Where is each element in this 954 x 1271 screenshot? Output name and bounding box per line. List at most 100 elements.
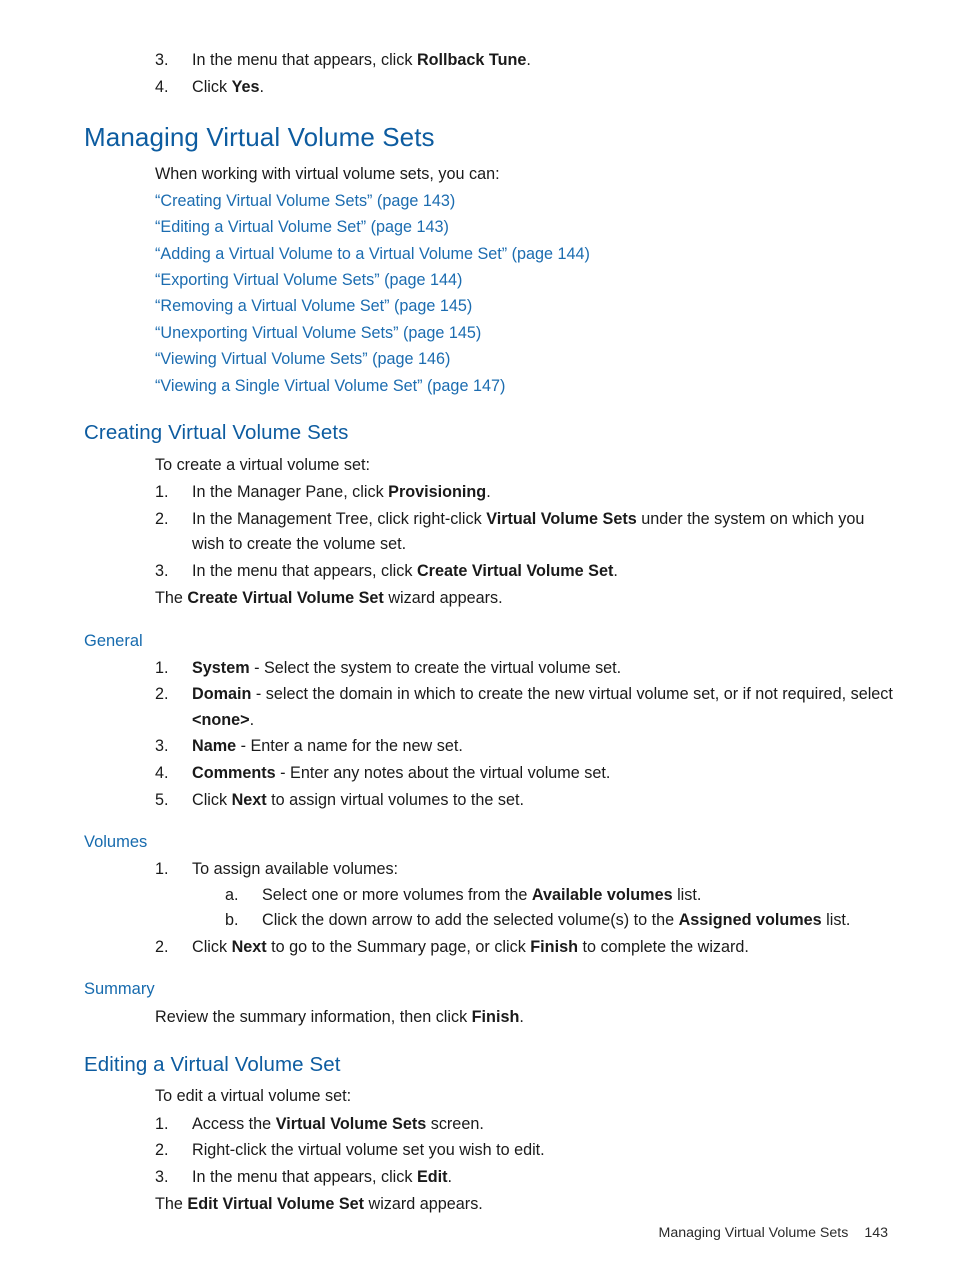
list-item: 5. Click Next to assign virtual volumes t… bbox=[155, 788, 894, 814]
step-text-bold: Next bbox=[231, 937, 267, 956]
list-marker: 2. bbox=[155, 685, 169, 704]
top-steps-list: 3. In the menu that appears, click Rollba… bbox=[84, 48, 894, 100]
list-marker: 3. bbox=[155, 1167, 169, 1186]
step-text-bold: Virtual Volume Sets bbox=[486, 509, 637, 528]
page-footer: Managing Virtual Volume Sets 143 bbox=[0, 1225, 954, 1241]
closing-bold: Edit Virtual Volume Set bbox=[187, 1195, 365, 1214]
step-text-bold: Next bbox=[231, 790, 267, 809]
subsection-heading-summary: Summary bbox=[84, 980, 155, 999]
list-marker: 2. bbox=[155, 1141, 169, 1160]
list-marker: a. bbox=[225, 885, 239, 904]
step-text-pre: Click bbox=[192, 790, 232, 809]
summary-bold: Finish bbox=[471, 1008, 520, 1027]
list-item: b. Click the down arrow to add the select… bbox=[225, 908, 894, 934]
step-text-bold: Comments bbox=[192, 763, 276, 782]
step-text-mid: to go to the Summary page, or click bbox=[266, 937, 531, 956]
list-marker: 2. bbox=[155, 509, 169, 528]
xref-link-adding[interactable]: “Adding a Virtual Volume to a Virtual Vo… bbox=[84, 241, 894, 267]
closing-pre: The bbox=[155, 1195, 188, 1214]
editing-steps-list: 1. Access the Virtual Volume Sets screen.… bbox=[84, 1112, 894, 1191]
xref-link-removing[interactable]: “Removing a Virtual Volume Set” (page 14… bbox=[84, 293, 894, 319]
xref-link-viewing-single[interactable]: “Viewing a Single Virtual Volume Set” (p… bbox=[84, 373, 894, 399]
summary-pre: Review the summary information, then cli… bbox=[155, 1008, 472, 1027]
step-text-post: . bbox=[526, 51, 531, 69]
list-item: 2. Click Next to go to the Summary page, … bbox=[155, 935, 894, 961]
step-text-pre: In the Manager Pane, click bbox=[192, 483, 389, 502]
step-text-pre: Click bbox=[192, 937, 232, 956]
step-text-bold: Assigned volumes bbox=[678, 911, 822, 930]
list-item: 2. Right-click the virtual volume set you… bbox=[155, 1138, 894, 1164]
subsection-heading-general: General bbox=[84, 631, 143, 650]
step-text-post: . bbox=[447, 1167, 453, 1186]
step-text-bold: Available volumes bbox=[531, 885, 673, 904]
step-text-pre: Select one or more volumes from the bbox=[262, 885, 532, 904]
page-content: 3. In the menu that appears, click Rollba… bbox=[84, 48, 894, 1220]
general-steps-list: 1. System - Select the system to create t… bbox=[84, 656, 894, 814]
subsection-heading-volumes: Volumes bbox=[84, 833, 148, 852]
list-marker: b. bbox=[225, 911, 239, 930]
step-text-bold-2: Finish bbox=[530, 937, 578, 956]
list-item: 3. In the menu that appears, click Create… bbox=[155, 559, 894, 585]
step-text-pre: In the menu that appears, click bbox=[192, 1167, 417, 1186]
list-marker: 1. bbox=[155, 859, 169, 878]
xref-link-exporting[interactable]: “Exporting Virtual Volume Sets” (page 14… bbox=[84, 267, 894, 293]
step-text-post: to assign virtual volumes to the set. bbox=[266, 790, 524, 809]
closing-post: wizard appears. bbox=[383, 589, 503, 608]
step-text-bold: Provisioning bbox=[388, 483, 487, 502]
step-text-post: . bbox=[259, 77, 265, 96]
summary-text: Review the summary information, then cli… bbox=[84, 1004, 894, 1030]
step-text-post: . bbox=[486, 483, 491, 502]
step-text-bold: Yes bbox=[231, 77, 260, 96]
step-text-bold: Name bbox=[192, 737, 237, 756]
list-item: 3. In the menu that appears, click Edit. bbox=[155, 1165, 894, 1191]
closing-post: wizard appears. bbox=[364, 1195, 483, 1214]
editing-closing: The Edit Virtual Volume Set wizard appea… bbox=[84, 1191, 894, 1217]
step-text-pre: In the Management Tree, click right-clic… bbox=[192, 509, 487, 528]
closing-bold: Create Virtual Volume Set bbox=[187, 589, 384, 608]
xref-link-editing[interactable]: “Editing a Virtual Volume Set” (page 143… bbox=[84, 214, 894, 240]
step-text-pre: Access the bbox=[192, 1114, 276, 1133]
list-marker: 5. bbox=[155, 790, 169, 809]
step-text-bold: Rollback Tune bbox=[416, 51, 527, 69]
list-marker: 1. bbox=[155, 658, 169, 677]
section-heading-editing: Editing a Virtual Volume Set bbox=[84, 1052, 341, 1076]
creating-closing: The Create Virtual Volume Set wizard app… bbox=[84, 585, 894, 611]
list-marker: 1. bbox=[155, 1114, 169, 1133]
step-text-pre: Right-click the virtual volume set you w… bbox=[192, 1141, 545, 1160]
list-marker: 3. bbox=[155, 737, 169, 756]
volumes-steps-list: 1. To assign available volumes: a. Select … bbox=[84, 857, 894, 960]
step-text-bold: Virtual Volume Sets bbox=[275, 1114, 427, 1133]
list-item: 1. System - Select the system to create t… bbox=[155, 656, 894, 682]
step-text-post: . bbox=[613, 561, 618, 580]
step-text-bold: Edit bbox=[416, 1167, 448, 1186]
list-item: 4. Comments - Enter any notes about the v… bbox=[155, 761, 894, 787]
list-marker: 1. bbox=[155, 483, 169, 502]
step-text-bold: Domain bbox=[192, 685, 252, 704]
list-marker: 3. bbox=[155, 51, 169, 69]
step-text-post-2: . bbox=[249, 710, 255, 729]
list-marker: 2. bbox=[155, 937, 169, 956]
list-marker: 4. bbox=[155, 763, 169, 782]
list-item: 1. To assign available volumes: a. Select … bbox=[155, 857, 894, 934]
step-text-post: list. bbox=[821, 911, 851, 930]
list-marker: 3. bbox=[155, 561, 169, 580]
step-text-post: to complete the wizard. bbox=[577, 937, 749, 956]
creating-intro: To create a virtual volume set: bbox=[155, 455, 371, 474]
section-heading-creating: Creating Virtual Volume Sets bbox=[84, 421, 349, 445]
step-text-post: list. bbox=[672, 885, 702, 904]
list-item: 3. In the menu that appears, click Rollba… bbox=[155, 48, 894, 74]
list-item: a. Select one or more volumes from the Av… bbox=[225, 883, 894, 909]
xref-link-viewing[interactable]: “Viewing Virtual Volume Sets” (page 146) bbox=[84, 346, 894, 372]
footer-page-number: 143 bbox=[864, 1225, 888, 1241]
step-text-pre: Click bbox=[192, 77, 232, 96]
list-item: 2. In the Management Tree, click right-cl… bbox=[155, 507, 894, 558]
volumes-substeps-list: a. Select one or more volumes from the Av… bbox=[192, 883, 894, 934]
xref-link-unexporting[interactable]: “Unexporting Virtual Volume Sets” (page … bbox=[84, 320, 894, 346]
step-text-post: - Enter any notes about the virtual volu… bbox=[275, 763, 611, 782]
editing-intro: To edit a virtual volume set: bbox=[155, 1087, 352, 1106]
list-marker: 4. bbox=[155, 77, 169, 96]
section-heading-managing: Managing Virtual Volume Sets bbox=[84, 122, 435, 153]
xref-link-creating[interactable]: “Creating Virtual Volume Sets” (page 143… bbox=[84, 188, 894, 214]
footer-section-title: Managing Virtual Volume Sets bbox=[658, 1225, 849, 1241]
list-item: 2. Domain - select the domain in which to… bbox=[155, 682, 894, 733]
